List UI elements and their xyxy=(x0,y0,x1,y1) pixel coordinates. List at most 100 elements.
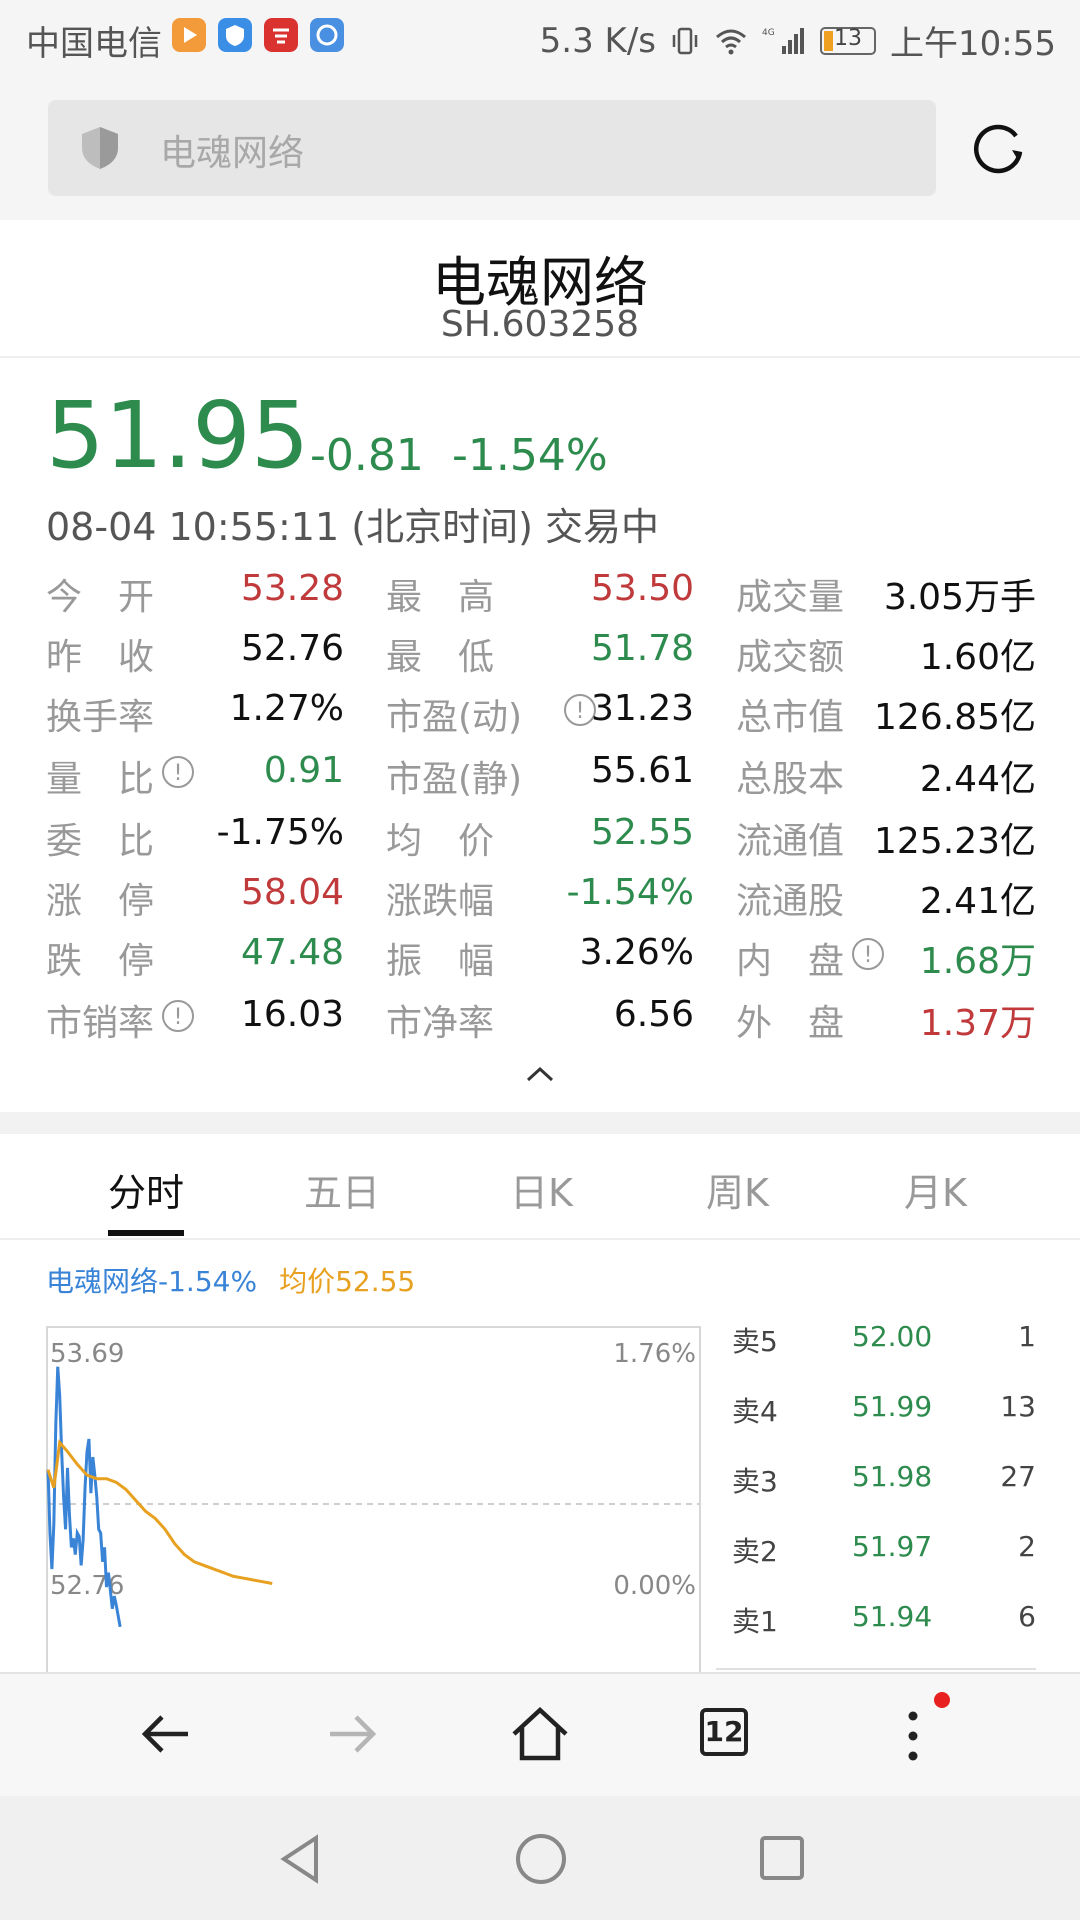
network-type-label: 4G xyxy=(762,28,775,38)
y-mid-percent: 0.00% xyxy=(613,1571,696,1601)
stat-value: 53.28 xyxy=(240,568,344,609)
stat-label: 振 幅 xyxy=(386,941,495,982)
stat-value: 52.55 xyxy=(590,812,694,853)
stat-label: 流通值 xyxy=(736,821,845,862)
current-price: 51.95 xyxy=(46,382,310,489)
price-change-percent: -1.54% xyxy=(452,430,608,481)
browser-bottom-nav: 12 xyxy=(0,1672,1080,1798)
stat-label: 昨 收 xyxy=(46,637,155,678)
order-price: 51.94 xyxy=(852,1600,933,1633)
system-home-icon[interactable] xyxy=(514,1832,568,1886)
y-top-label: 53.69 xyxy=(50,1339,124,1369)
stat-value: 126.85亿 xyxy=(874,697,1036,738)
shield-icon xyxy=(82,127,118,169)
order-level: 卖5 xyxy=(732,1325,778,1358)
stat-value: 1.60亿 xyxy=(919,637,1036,678)
stat-value: 0.91 xyxy=(263,750,344,791)
clock: 上午10:55 xyxy=(890,24,1056,64)
stat-value: 51.78 xyxy=(590,628,694,669)
tab-five-day[interactable]: 五日 xyxy=(304,1162,380,1217)
vibrate-icon xyxy=(672,27,698,54)
order-book-row: 卖5 52.00 1 xyxy=(716,1310,1036,1380)
collapse-chevron-icon[interactable] xyxy=(524,1064,556,1084)
system-back-icon[interactable] xyxy=(276,1832,324,1886)
legend-price: 电魂网络-1.54% xyxy=(46,1265,258,1298)
stat-label: 涨跌幅 xyxy=(386,881,495,922)
stat-value: 2.41亿 xyxy=(919,881,1036,922)
wifi-icon xyxy=(716,29,746,54)
stat-label: 量 比 xyxy=(46,759,155,800)
stat-label: 总市值 xyxy=(736,697,845,738)
stat-value: 55.61 xyxy=(590,750,694,791)
browser-app-icon xyxy=(310,18,344,52)
stat-value: 53.50 xyxy=(590,568,694,609)
stock-code: SH.603258 xyxy=(440,304,640,345)
stat-label: 市盈(动) xyxy=(386,697,523,738)
search-input[interactable]: 电魂网络 xyxy=(48,100,936,196)
order-volume: 2 xyxy=(1018,1530,1036,1563)
info-icon[interactable]: ! xyxy=(162,756,194,788)
forward-arrow-icon[interactable] xyxy=(322,1704,382,1764)
stats-row: 昨 收 52.76 最 低 51.78 成交额 1.60亿 xyxy=(46,628,1036,688)
info-icon[interactable]: ! xyxy=(162,1000,194,1032)
stat-value: -1.54% xyxy=(566,872,694,913)
home-icon[interactable] xyxy=(508,1704,572,1764)
stat-label: 市盈(静) xyxy=(386,759,523,800)
y-top-percent: 1.76% xyxy=(613,1339,696,1369)
signal-icon: 4G xyxy=(762,27,805,54)
tab-weekly-k[interactable]: 周K xyxy=(706,1162,769,1217)
stat-label: 今 开 xyxy=(46,577,155,618)
back-arrow-icon[interactable] xyxy=(136,1704,196,1764)
stat-label: 成交额 xyxy=(736,637,845,678)
tab-monthly-k[interactable]: 月K xyxy=(904,1162,967,1217)
order-price: 51.98 xyxy=(852,1460,933,1493)
stat-value: 16.03 xyxy=(240,994,344,1035)
order-price: 51.97 xyxy=(852,1530,933,1563)
search-text: 电魂网络 xyxy=(160,133,305,174)
tab-intraday[interactable]: 分时 xyxy=(108,1162,184,1217)
stat-label: 跌 停 xyxy=(46,941,155,982)
stat-value: 1.68万 xyxy=(919,941,1036,982)
stat-value: 6.56 xyxy=(613,994,694,1035)
stat-value: 58.04 xyxy=(240,872,344,913)
more-menu-icon[interactable] xyxy=(898,1704,928,1768)
order-volume: 27 xyxy=(1000,1460,1036,1493)
stats-row: 今 开 53.28 最 高 53.50 成交量 3.05万手 xyxy=(46,568,1036,628)
legend-average: 均价52.55 xyxy=(279,1265,416,1298)
tabs-count-button[interactable]: 12 xyxy=(700,1708,748,1756)
order-volume: 13 xyxy=(1000,1390,1036,1423)
notification-dot xyxy=(934,1692,950,1708)
price-change: -0.81 xyxy=(310,430,424,481)
stat-value: 125.23亿 xyxy=(874,821,1036,862)
order-level: 卖3 xyxy=(732,1465,778,1498)
active-tab-indicator xyxy=(108,1230,184,1236)
stat-value: -1.75% xyxy=(216,812,344,853)
stat-label: 最 低 xyxy=(386,637,495,678)
notification-icons xyxy=(172,18,344,52)
stat-value: 3.26% xyxy=(579,932,694,973)
stat-label: 涨 停 xyxy=(46,881,155,922)
order-book-row: 卖3 51.98 27 xyxy=(716,1450,1036,1520)
order-price: 51.99 xyxy=(852,1390,933,1423)
battery-icon: 13 xyxy=(820,26,877,55)
chart-border xyxy=(46,1326,701,1672)
intraday-chart[interactable]: 53.69 1.76% 52.76 0.00% xyxy=(46,1326,702,1672)
stat-label: 市销率 xyxy=(46,1003,155,1044)
video-app-icon xyxy=(172,18,206,52)
browser-toolbar: 电魂网络 xyxy=(0,76,1080,220)
info-icon[interactable]: ! xyxy=(852,938,884,970)
order-volume: 6 xyxy=(1018,1600,1036,1633)
system-recents-icon[interactable] xyxy=(758,1834,806,1882)
stat-label: 外 盘 xyxy=(736,1003,845,1044)
status-bar: 中国电信 5.3 K/s 4G 13 上午10:55 xyxy=(0,0,1080,76)
chart-legend: 电魂网络-1.54% 均价52.55 xyxy=(46,1260,415,1300)
refresh-icon[interactable] xyxy=(968,116,1028,176)
order-price: 52.00 xyxy=(852,1320,933,1353)
order-book-row: 卖1 51.94 6 xyxy=(716,1590,1036,1660)
order-book-row: 卖2 51.97 2 xyxy=(716,1520,1036,1590)
stat-value: 52.76 xyxy=(240,628,344,669)
stats-row: 跌 停 47.48 振 幅 3.26% 内 盘! 1.68万 xyxy=(46,932,1036,992)
study-app-icon xyxy=(264,18,298,52)
network-speed: 5.3 K/s xyxy=(539,20,657,61)
tab-daily-k[interactable]: 日K xyxy=(510,1162,573,1217)
